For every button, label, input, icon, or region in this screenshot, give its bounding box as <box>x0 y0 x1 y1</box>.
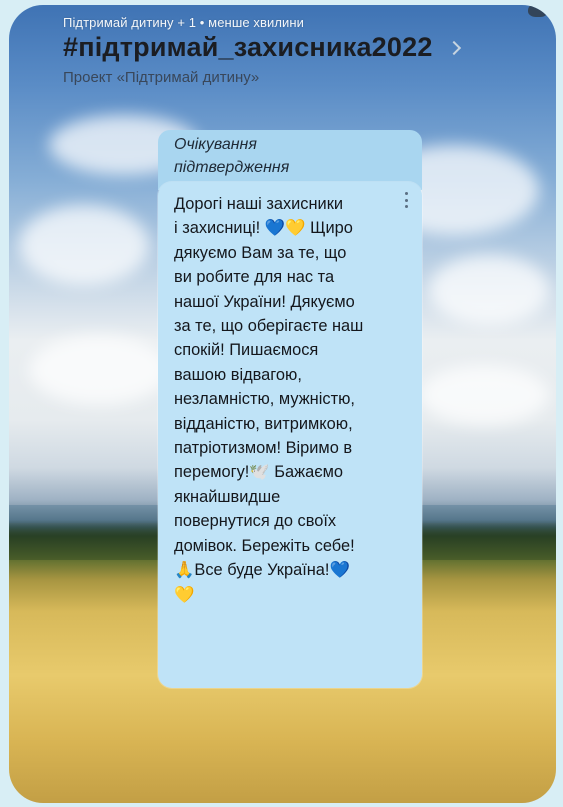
project-subtitle[interactable]: Проект «Підтримай дитину» <box>63 69 523 86</box>
more-vertical-icon[interactable] <box>404 192 408 208</box>
message-bubble[interactable]: Дорогі наші захисники і захисниці! 💙💛 Щи… <box>158 182 422 688</box>
story-title[interactable]: #підтримай_захисника2022 <box>63 32 433 63</box>
chevron-right-icon[interactable] <box>446 40 461 55</box>
story-meta: Підтримай дитину + 1 • менше хвилини <box>63 15 305 30</box>
background-cloud <box>419 365 549 425</box>
background-cloud <box>429 255 549 325</box>
background-cloud <box>19 205 149 285</box>
pending-status-tab: Очікування підтвердження <box>158 130 422 190</box>
message-text: Дорогі наші захисники і захисниці! 💙💛 Щи… <box>174 195 364 604</box>
pending-status-label: Очікування підтвердження <box>174 136 290 176</box>
title-row[interactable]: #підтримай_захисника2022 <box>63 32 523 63</box>
story-header[interactable]: Підтримай дитину + 1 • менше хвилини #пі… <box>63 15 523 86</box>
top-edge-icon <box>528 5 548 17</box>
background-cloud <box>29 335 169 405</box>
